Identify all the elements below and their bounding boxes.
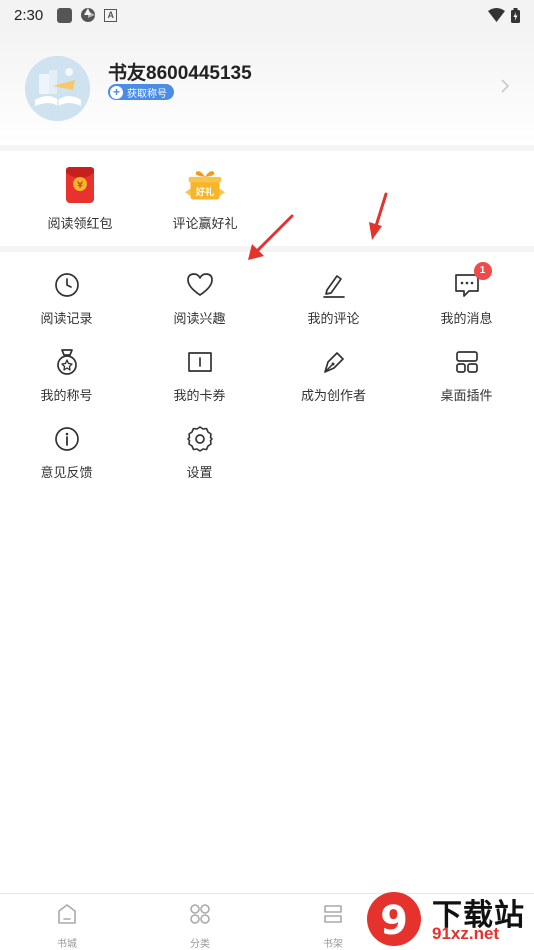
- bookshelf-icon: [324, 905, 342, 923]
- menu-label: 意见反馈: [40, 465, 93, 480]
- promo-label: 评论赢好礼: [172, 216, 238, 231]
- gift-glyph: 好礼: [195, 186, 214, 198]
- menu-label: 我的称号: [40, 388, 93, 403]
- promo-label: 阅读领红包: [47, 216, 113, 231]
- menu-become-creator[interactable]: 成为创作者: [267, 347, 400, 404]
- watermark-logo-glyph: 9: [380, 898, 408, 944]
- menu-feedback[interactable]: 意见反馈: [0, 424, 133, 481]
- widget-icon: [455, 351, 478, 373]
- menu-desktop-widget[interactable]: 桌面插件: [400, 347, 533, 404]
- get-title-label: 获取称号: [127, 88, 167, 100]
- wifi-icon: [488, 8, 505, 22]
- section-divider: [0, 246, 534, 252]
- aperture-icon: [81, 8, 96, 22]
- menu-reading-interest[interactable]: 阅读兴趣: [133, 270, 266, 327]
- coupon-icon: [187, 352, 212, 372]
- watermark-url: 91xz.net: [432, 924, 500, 943]
- username: 书友8600445135: [108, 63, 252, 84]
- battery-icon: [511, 7, 520, 23]
- tab-category[interactable]: 分类: [160, 902, 240, 950]
- medal-icon: [56, 349, 77, 375]
- keyboard-a-icon: A: [104, 8, 118, 22]
- avatar[interactable]: [25, 56, 90, 121]
- menu-label: 我的卡券: [173, 388, 226, 403]
- info-icon: [54, 427, 79, 451]
- tab-label: 书城: [57, 939, 77, 950]
- pencil-icon: [322, 275, 345, 298]
- menu-my-messages[interactable]: 1 我的消息: [400, 262, 533, 327]
- chevron-right-icon[interactable]: [500, 78, 510, 94]
- app-notification-icon: [57, 7, 73, 23]
- menu-my-coupons[interactable]: 我的卡券: [133, 347, 266, 404]
- promo-comment-gift[interactable]: 好礼 评论赢好礼: [155, 165, 255, 232]
- status-notification-icons: A: [57, 7, 118, 23]
- tab-label: 分类: [190, 939, 210, 950]
- category-icon: [190, 904, 210, 924]
- profile-header[interactable]: 书友8600445135 + 获取称号: [0, 30, 534, 145]
- tab-bookshelf[interactable]: 书架: [293, 902, 373, 950]
- status-bar: 2:30 A: [0, 0, 534, 30]
- tab-label: 书架: [323, 939, 343, 950]
- status-time: 2:30: [14, 6, 44, 24]
- menu-label: 成为创作者: [300, 388, 366, 403]
- status-system-icons: [488, 7, 520, 23]
- gear-icon: [186, 426, 213, 452]
- watermark-logo-icon: 9: [367, 892, 421, 946]
- get-title-button[interactable]: + 获取称号: [108, 84, 174, 100]
- site-watermark: 9 下载站 91xz.net: [362, 888, 534, 950]
- menu-label: 阅读记录: [40, 311, 93, 326]
- menu-my-comments[interactable]: 我的评论: [267, 270, 400, 327]
- clock-icon: [54, 273, 79, 297]
- menu-reading-history[interactable]: 阅读记录: [0, 270, 133, 327]
- heart-icon: [186, 273, 213, 296]
- gift-box-icon: 好礼: [185, 171, 225, 200]
- menu-label: 我的消息: [440, 311, 493, 326]
- menu-settings[interactable]: 设置: [133, 424, 266, 481]
- home-icon: [58, 904, 76, 924]
- menu-label: 设置: [186, 465, 213, 480]
- unread-count-badge: 1: [473, 262, 492, 280]
- tab-bookstore[interactable]: 书城: [27, 902, 107, 950]
- plus-icon: +: [110, 85, 123, 99]
- menu-label: 阅读兴趣: [173, 311, 226, 326]
- avatar-book-illustration: [25, 56, 90, 121]
- pen-nib-icon: [323, 352, 344, 373]
- menu-label: 桌面插件: [440, 388, 493, 403]
- promo-row: ¥ 阅读领红包 好礼 评论赢好礼: [0, 151, 534, 246]
- menu-my-titles[interactable]: 我的称号: [0, 347, 133, 404]
- promo-read-red-envelope[interactable]: ¥ 阅读领红包: [30, 165, 130, 232]
- yuan-glyph: ¥: [77, 180, 83, 191]
- menu-label: 我的评论: [307, 311, 360, 326]
- red-envelope-icon: ¥: [66, 167, 94, 203]
